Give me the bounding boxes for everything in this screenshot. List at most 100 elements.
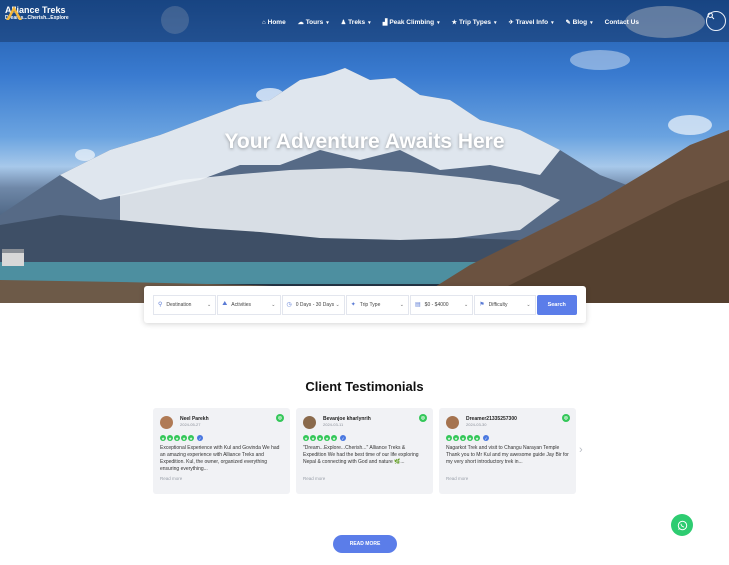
location-pin-icon: ⚲ xyxy=(158,302,163,308)
tripadvisor-icon: ◎ xyxy=(562,414,570,422)
tag-icon: ✦ xyxy=(350,302,356,308)
testimonial-header: Bevanjoe kharlynrih 2024-03-11 xyxy=(303,414,426,430)
read-more-link[interactable]: Read more xyxy=(303,476,426,481)
top-navigation-bar: Alliance Treks Dreams...Cherish...Explor… xyxy=(0,0,729,42)
review-date: 2024-03-30 xyxy=(466,422,487,427)
nav-item-tours[interactable]: ☁ Tours ▾ xyxy=(298,19,329,26)
nav-item-blog[interactable]: ✎ Blog ▾ xyxy=(566,19,593,26)
chevron-down-icon: ▾ xyxy=(326,19,329,26)
price-range-select[interactable]: ▤ $0 - $4000 ⌄ xyxy=(410,294,474,315)
hiker-icon: ♟ xyxy=(340,20,347,26)
chevron-down-icon: ⌄ xyxy=(335,301,340,308)
nav-item-home[interactable]: ⌂ Home xyxy=(262,19,286,26)
chevron-down-icon: ⌄ xyxy=(526,301,531,308)
difficulty-select[interactable]: ⚑ Difficulty ⌄ xyxy=(474,294,536,315)
review-text: Nagarkot Trek and visit to Changu Naraya… xyxy=(446,445,569,465)
star-icon: ★ xyxy=(160,435,166,441)
price-icon: ▤ xyxy=(415,302,421,308)
chevron-down-icon: ⌄ xyxy=(399,301,404,308)
testimonial-header: Dreamer21335257300 2024-03-30 xyxy=(446,414,569,430)
reviewer-meta: Neel Parekh 2024-05-27 xyxy=(180,416,209,428)
search-toggle-button[interactable] xyxy=(706,11,726,31)
testimonial-card[interactable]: Dreamer21335257300 2024-03-30 ◎ ★ ★ ★ ★ … xyxy=(439,408,576,494)
nav-label: Tours xyxy=(305,19,324,26)
read-more-button[interactable]: READ MORE xyxy=(333,535,397,553)
chevron-down-icon: ▾ xyxy=(551,19,554,26)
reviewer-meta: Bevanjoe kharlynrih 2024-03-11 xyxy=(323,416,371,428)
verified-check-icon: ✓ xyxy=(340,435,346,441)
star-icon: ★ xyxy=(303,435,309,441)
read-more-link[interactable]: Read more xyxy=(160,476,283,481)
activities-select[interactable]: ⛰ Activities ⌄ xyxy=(217,294,281,315)
testimonial-card[interactable]: Neel Parekh 2024-05-27 ◎ ★ ★ ★ ★ ★ ✓ Exc… xyxy=(153,408,290,494)
avatar xyxy=(160,415,173,429)
reviewer-meta: Dreamer21335257300 2024-03-30 xyxy=(466,416,517,428)
search-icon xyxy=(707,12,715,20)
chevron-down-icon: ▾ xyxy=(368,19,371,26)
duration-value: 0 Days - 30 Days xyxy=(295,301,335,308)
nav-item-trip-types[interactable]: ★ Trip Types ▾ xyxy=(452,19,497,26)
rating-stars: ★ ★ ★ ★ ★ ✓ xyxy=(303,435,426,441)
plane-icon: ✈ xyxy=(508,20,514,26)
review-date: 2024-05-27 xyxy=(180,422,201,427)
main-menu: ⌂ Home ☁ Tours ▾ ♟ Treks ▾ ▟ Peak Climbi… xyxy=(262,19,651,26)
difficulty-icon: ⚑ xyxy=(479,302,485,308)
star-icon: ★ xyxy=(474,435,480,441)
testimonial-header: Neel Parekh 2024-05-27 xyxy=(160,414,283,430)
duration-select[interactable]: ◷ 0 Days - 30 Days ⌄ xyxy=(281,294,345,315)
chevron-down-icon: ⌄ xyxy=(464,301,469,308)
hero-title: Your Adventure Awaits Here xyxy=(224,130,505,153)
star-icon: ★ xyxy=(446,435,452,441)
nav-item-treks[interactable]: ♟ Treks ▾ xyxy=(341,19,371,26)
search-button[interactable]: Search xyxy=(536,294,577,315)
nav-item-peak-climbing[interactable]: ▟ Peak Climbing ▾ xyxy=(383,19,440,26)
trip-search-bar: ⚲ Destination ⌄ ⛰ Activities ⌄ ◷ 0 Days … xyxy=(144,286,586,323)
nav-item-contact-us[interactable]: Contact Us xyxy=(605,19,639,26)
review-date: 2024-03-11 xyxy=(323,422,344,427)
nav-label: Home xyxy=(267,19,286,26)
nav-label: Treks xyxy=(348,19,366,26)
trip-type-select[interactable]: ✦ Trip Type ⌄ xyxy=(345,294,409,315)
whatsapp-chat-button[interactable] xyxy=(671,514,693,536)
destination-select[interactable]: ⚲ Destination ⌄ xyxy=(153,294,217,315)
nav-label: Trip Types xyxy=(459,19,492,26)
chevron-down-icon: ⌄ xyxy=(207,301,212,308)
star-icon: ★ xyxy=(467,435,473,441)
star-icon: ★ xyxy=(167,435,173,441)
chevron-down-icon: ▾ xyxy=(590,19,593,26)
nav-label: Peak Climbing xyxy=(389,19,435,26)
verified-check-icon: ✓ xyxy=(483,435,489,441)
avatar xyxy=(303,415,316,429)
tripadvisor-icon: ◎ xyxy=(419,414,427,422)
star-icon: ★ xyxy=(453,435,459,441)
star-icon: ★ xyxy=(324,435,330,441)
read-more-link[interactable]: Read more xyxy=(446,476,569,481)
clock-icon: ◷ xyxy=(286,302,292,308)
star-icon: ★ xyxy=(317,435,323,441)
nav-label: Contact Us xyxy=(604,19,639,26)
hiker-icon: ⛰ xyxy=(222,301,228,307)
testimonial-card[interactable]: Bevanjoe kharlynrih 2024-03-11 ◎ ★ ★ ★ ★… xyxy=(296,408,433,494)
home-icon: ⌂ xyxy=(262,19,266,26)
rating-stars: ★ ★ ★ ★ ★ ✓ xyxy=(446,435,569,441)
rating-stars: ★ ★ ★ ★ ★ ✓ xyxy=(160,435,283,441)
star-icon: ★ xyxy=(181,435,187,441)
chart-icon: ▟ xyxy=(382,20,388,26)
price-value: $0 - $4000 xyxy=(424,301,449,308)
page: Alliance Treks Dreams...Cherish...Explor… xyxy=(0,0,729,565)
chevron-down-icon: ⌄ xyxy=(271,301,276,308)
star-icon: ★ xyxy=(310,435,316,441)
nav-item-travel-info[interactable]: ✈ Travel Info ▾ xyxy=(509,19,554,26)
star-icon: ★ xyxy=(174,435,180,441)
carousel-next-arrow-icon[interactable]: › xyxy=(579,444,583,456)
whatsapp-icon xyxy=(677,520,687,530)
star-icon: ★ xyxy=(331,435,337,441)
destination-value: Destination xyxy=(166,301,192,308)
activities-value: Activities xyxy=(231,301,252,308)
cloud-icon: ☁ xyxy=(297,20,304,26)
brand-logo[interactable]: Alliance Treks Dreams...Cherish...Explor… xyxy=(5,5,69,22)
hero-banner: Alliance Treks Dreams...Cherish...Explor… xyxy=(0,0,729,303)
star-icon: ★ xyxy=(451,20,458,26)
trip-type-value: Trip Type xyxy=(359,301,381,308)
review-text: "Dream...Explore...Cherish..." Alliance … xyxy=(303,445,419,465)
